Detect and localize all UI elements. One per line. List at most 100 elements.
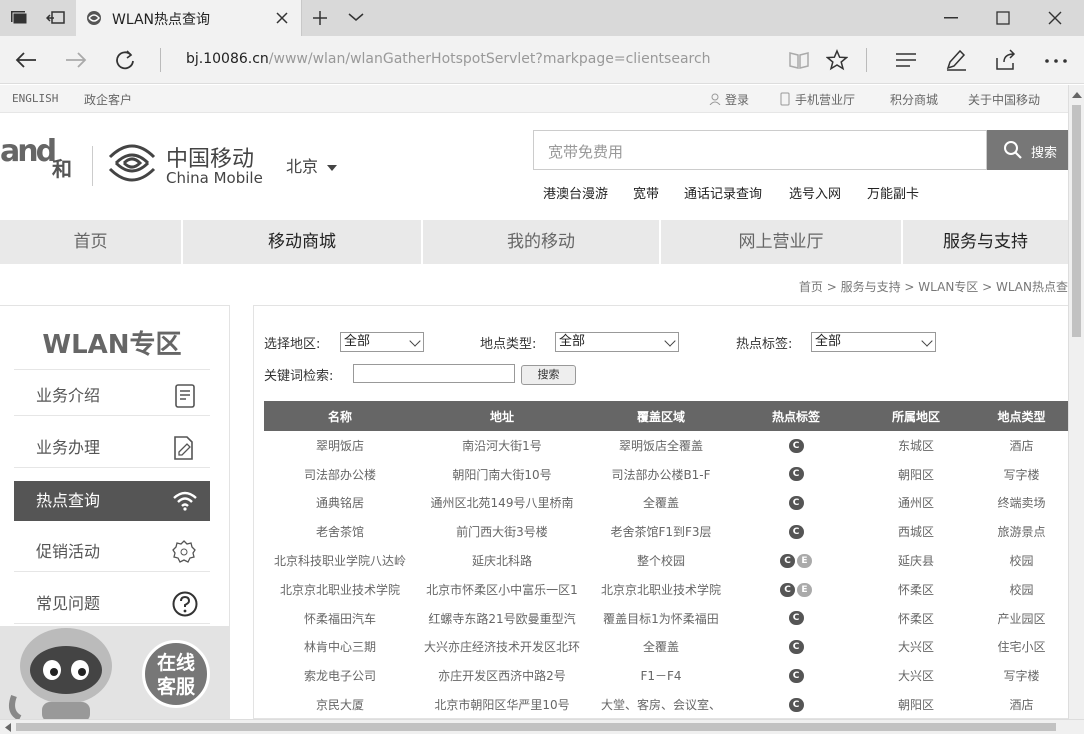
- col-header-coverage[interactable]: 覆盖区域: [588, 401, 734, 431]
- breadcrumb[interactable]: 首页 > 服务与支持 > WLAN专区 > WLAN热点查: [700, 278, 1068, 295]
- nav-service-support[interactable]: 服务与支持: [903, 220, 1068, 264]
- points-mall-link[interactable]: 积分商城: [890, 91, 938, 108]
- cell-tags: C: [734, 604, 858, 633]
- nav-home[interactable]: 首页: [0, 220, 183, 264]
- back-arrow-icon[interactable]: [14, 50, 38, 70]
- region-select[interactable]: 全部: [340, 332, 424, 352]
- cell-district: 怀柔区: [897, 582, 934, 597]
- table-row[interactable]: 林肯中心三期 大兴亦庄经济技术开发区北环 全覆盖 C 大兴区 住宅小区: [264, 633, 1068, 662]
- share-icon[interactable]: [994, 48, 1018, 72]
- close-tab-icon[interactable]: [276, 12, 288, 24]
- wifi-icon: [173, 491, 197, 511]
- hot-link-broadband[interactable]: 宽带: [633, 183, 659, 202]
- scroll-left-arrow-icon[interactable]: [4, 723, 12, 732]
- sidebar-item-apply[interactable]: 业务办理: [14, 428, 210, 468]
- hot-link-call-records[interactable]: 通话记录查询: [684, 183, 762, 202]
- city-selector[interactable]: 北京: [286, 153, 338, 177]
- horizontal-scrollbar[interactable]: [0, 719, 1084, 734]
- col-header-address[interactable]: 地址: [416, 401, 588, 431]
- col-header-district[interactable]: 所属地区: [858, 401, 974, 431]
- location-type-select[interactable]: 全部: [555, 332, 679, 352]
- cell-tags: C: [734, 661, 858, 690]
- hub-icon[interactable]: [894, 51, 918, 69]
- keyword-input[interactable]: [353, 364, 515, 383]
- keyword-search-button[interactable]: 搜索: [521, 365, 576, 385]
- english-link[interactable]: ENGLISH: [12, 92, 58, 105]
- site-search-input[interactable]: 宽带免费用: [533, 130, 987, 170]
- cell-tags: CE: [734, 546, 858, 575]
- tab-list-chevron-icon[interactable]: [348, 12, 364, 22]
- vertical-scroll-thumb[interactable]: [1072, 105, 1081, 337]
- horizontal-scroll-thumb[interactable]: [16, 723, 1056, 731]
- cell-type: 住宅小区: [997, 640, 1046, 655]
- table-row[interactable]: 司法部办公楼 朝阳门南大街10号 司法部办公楼B1-F C 朝阳区 写字楼: [264, 460, 1068, 489]
- cell-name: 北京科技职业学院八达岭: [273, 554, 406, 569]
- cell-type: 写字楼: [1003, 467, 1040, 482]
- online-service-banner[interactable]: 在线客服: [0, 626, 229, 719]
- close-window-icon[interactable]: [1048, 11, 1062, 25]
- hotspot-tag-c-icon: C: [788, 697, 804, 712]
- sidebar-item-promotions[interactable]: 促销活动: [14, 532, 210, 572]
- col-header-name[interactable]: 名称: [264, 401, 416, 431]
- scroll-up-arrow-icon[interactable]: [1072, 91, 1082, 99]
- reading-view-icon[interactable]: [788, 50, 810, 70]
- sidebar-item-intro[interactable]: 业务介绍: [14, 376, 210, 416]
- cell-tags: C: [734, 460, 858, 489]
- nav-my-mobile[interactable]: 我的移动: [423, 220, 661, 264]
- table-row[interactable]: 怀柔福田汽车 红螺寺东路21号欧曼重型汽 覆盖目标1为怀柔福田 C 怀柔区 产业园区: [264, 604, 1068, 633]
- main-nav: 首页 移动商城 我的移动 网上营业厅 服务与支持: [0, 220, 1068, 264]
- refresh-icon[interactable]: [114, 49, 136, 71]
- cell-district: 西城区: [897, 525, 934, 540]
- cell-name: 通典铭居: [315, 496, 364, 511]
- table-row[interactable]: 翠明饭店 南沿河大街1号 翠明饭店全覆盖 C 东城区 酒店: [264, 431, 1068, 460]
- hot-link-choose-number[interactable]: 选号入网: [789, 183, 841, 202]
- cell-tags: C: [734, 431, 858, 460]
- enterprise-link[interactable]: 政企客户: [84, 91, 132, 108]
- set-aside-tabs-icon[interactable]: [46, 10, 66, 26]
- web-note-pen-icon[interactable]: [944, 48, 968, 72]
- table-row[interactable]: 北京科技职业学院八达岭 延庆北科路 整个校园 C E 延庆县 校园: [264, 546, 1068, 575]
- cell-addr: 通州区北苑149号八里桥南: [430, 496, 574, 511]
- logo-he-text: 和: [52, 157, 72, 181]
- cell-tags: C: [734, 690, 858, 718]
- mobile-hall-link[interactable]: 手机营业厅: [795, 91, 855, 108]
- table-row[interactable]: 北京京北职业技术学院 北京市怀柔区小中富乐一区1 北京京北职业技术学院 C E 怀柔区 校园: [264, 575, 1068, 604]
- login-link[interactable]: 登录: [725, 91, 749, 108]
- forward-arrow-icon[interactable]: [64, 50, 88, 70]
- active-tab[interactable]: WLAN热点查询: [76, 0, 302, 36]
- nav-online-hall[interactable]: 网上营业厅: [661, 220, 903, 264]
- more-options-icon[interactable]: [1044, 58, 1068, 64]
- table-row[interactable]: 索龙电子公司 亦庄开发区西济中路2号 F1－F4 C 大兴区 写字楼: [264, 661, 1068, 690]
- and-he-logo[interactable]: and 和: [0, 133, 80, 189]
- minimize-icon[interactable]: [944, 17, 958, 19]
- hot-link-multi-sim[interactable]: 万能副卡: [867, 183, 919, 202]
- maximize-icon[interactable]: [996, 11, 1010, 25]
- vertical-scrollbar[interactable]: [1068, 85, 1084, 719]
- search-icon: [1004, 141, 1022, 159]
- sale-badge-icon: [172, 540, 196, 563]
- col-header-tags[interactable]: 热点标签: [734, 401, 858, 431]
- sidebar-item-faq[interactable]: 常见问题: [14, 584, 210, 624]
- url-field[interactable]: bj.10086.cn/www/wlan/wlanGatherHotspotSe…: [186, 51, 711, 67]
- search-placeholder: 宽带免费用: [548, 143, 624, 161]
- table-row[interactable]: 京民大厦 北京市朝阳区华严里10号 大堂、客房、会议室、 C 朝阳区 酒店: [264, 690, 1068, 718]
- chevron-down-icon: [409, 335, 421, 347]
- hotspot-tag-c-icon: C: [788, 438, 804, 453]
- cell-name: 老舍茶馆: [315, 525, 364, 540]
- nav-mall[interactable]: 移动商城: [183, 220, 423, 264]
- table-row[interactable]: 老舍茶馆 前门西大街3号楼 老舍茶馆F1到F3层 C 西城区 旅游景点: [264, 517, 1068, 546]
- favorite-star-icon[interactable]: [826, 49, 848, 71]
- hotspot-tag-c-icon: C: [788, 669, 804, 684]
- site-search-button[interactable]: 搜索: [987, 130, 1068, 170]
- hot-link-roaming[interactable]: 港澳台漫游: [543, 183, 608, 202]
- china-mobile-logo-icon[interactable]: [106, 137, 158, 189]
- sidebar-item-label: 促销活动: [36, 542, 101, 561]
- about-link[interactable]: 关于中国移动: [968, 91, 1040, 108]
- new-tab-icon[interactable]: [312, 10, 328, 26]
- sidebar-item-hotspot-search[interactable]: 热点查询: [14, 481, 210, 521]
- hotspot-tag-select[interactable]: 全部: [811, 332, 936, 352]
- table-row[interactable]: 通典铭居 通州区北苑149号八里桥南 全覆盖 C 通州区 终端卖场: [264, 489, 1068, 518]
- tab-preview-icon[interactable]: [10, 10, 28, 26]
- cell-addr: 北京市朝阳区华严里10号: [434, 698, 570, 713]
- col-header-type[interactable]: 地点类型: [974, 401, 1068, 431]
